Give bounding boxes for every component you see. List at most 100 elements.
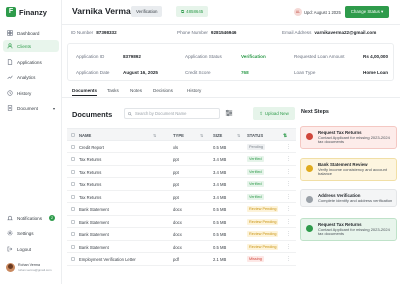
more-icon[interactable]: ⋮ xyxy=(286,219,291,225)
document-name: Tax Returns xyxy=(79,182,102,187)
document-name: Bank Statement xyxy=(79,207,109,212)
more-icon[interactable]: ⋮ xyxy=(286,156,291,162)
grid-icon xyxy=(7,30,13,36)
row-checkbox[interactable] xyxy=(71,194,75,199)
status-chip: Verification xyxy=(131,6,163,17)
sidebar-item-dashboard[interactable]: Dashboard xyxy=(3,27,59,39)
document-name: Employment Verification Letter xyxy=(79,257,136,262)
table-row[interactable]: Tax Returns ppt 3.4 MB Verified ⋮ xyxy=(67,166,296,178)
table-row[interactable]: Bank Statement docx 0.5 MB Review Pending ⋮ xyxy=(67,229,296,241)
row-checkbox[interactable] xyxy=(71,232,75,236)
sidebar-item-analytics[interactable]: Analytics xyxy=(3,71,59,83)
select-all-checkbox[interactable] xyxy=(71,133,75,137)
loan-type-label: Loan Type xyxy=(294,70,316,75)
document-type: ppt xyxy=(173,169,179,175)
row-checkbox[interactable] xyxy=(71,207,75,211)
next-steps-title: Next Steps xyxy=(301,109,329,115)
more-icon[interactable]: ⋮ xyxy=(286,169,291,175)
sidebar-item-logout[interactable]: Logout xyxy=(3,243,59,255)
logo-text: Finanzy xyxy=(19,7,47,17)
document-name: Credit Report xyxy=(79,144,104,150)
sidebar-item-label: Document xyxy=(17,105,38,111)
next-step-card[interactable]: Address Verification Complete identify an… xyxy=(300,189,397,208)
status-badge: Verified xyxy=(247,193,264,200)
id-chip[interactable]: ⧉ 4858645 xyxy=(176,6,209,17)
document-size: 3.4 MB xyxy=(213,194,227,200)
more-icon[interactable]: ⋮ xyxy=(286,231,291,237)
search-input[interactable]: Search by Document Name xyxy=(124,108,220,119)
header: Varnika Verma Verification ⧉ 4858645 AL … xyxy=(62,0,400,25)
more-icon[interactable]: ⋮ xyxy=(286,244,291,250)
document-type: docx xyxy=(173,244,182,250)
column-name[interactable]: NAME xyxy=(79,133,91,138)
table-row[interactable]: Bank Statement docx 0.5 MB Review Pending ⋮ xyxy=(67,204,296,216)
more-icon[interactable]: ⋮ xyxy=(286,206,291,212)
user-avatar[interactable]: AL xyxy=(294,8,302,16)
table-row[interactable]: Tax Returns ppt 3.4 MB Verified ⋮ xyxy=(67,179,296,191)
more-icon[interactable]: ⋮ xyxy=(286,256,291,262)
client-name: Varnika Verma xyxy=(72,6,131,16)
change-status-label: Change Status xyxy=(350,9,380,14)
more-icon[interactable]: ⋮ xyxy=(286,144,291,150)
row-checkbox[interactable] xyxy=(71,169,75,174)
user-profile[interactable]: Rohan Verma rohan.verma@gmail.com xyxy=(6,263,52,272)
column-status[interactable]: STATUS xyxy=(247,133,263,138)
table-row[interactable]: Employment Verification Letter pdf 2.1 MB M… xyxy=(67,254,296,266)
row-checkbox[interactable] xyxy=(71,244,75,249)
tab-documents[interactable]: Documents xyxy=(72,88,98,96)
table-row[interactable]: Credit Report xls 0.5 MB Pending ⋮ xyxy=(67,141,296,153)
next-step-card[interactable]: Bank Statement Review Verify income consi… xyxy=(300,158,397,182)
more-icon[interactable]: ⋮ xyxy=(286,181,291,187)
tab-decisions[interactable]: Decisions xyxy=(153,88,173,93)
table-row[interactable]: Tax Returns ppt 3.4 MB Verified ⋮ xyxy=(67,191,296,203)
table-row[interactable]: Tax Returns ppt 3.4 MB Verified ⋮ xyxy=(67,154,296,166)
document-name: Tax Returns xyxy=(79,157,102,162)
change-status-button[interactable]: Change Status ▾ xyxy=(345,6,389,18)
table-row[interactable]: Bank Statement docx 0.5 MB Review Pending ⋮ xyxy=(67,216,296,228)
status-badge: Review Pending xyxy=(247,231,279,237)
sort-icon[interactable]: ⇅ xyxy=(283,133,287,139)
tab-history[interactable]: History xyxy=(187,88,201,93)
sidebar-item-history[interactable]: History xyxy=(3,87,59,99)
gear-icon xyxy=(7,230,13,236)
more-icon[interactable]: ⋮ xyxy=(286,194,291,200)
next-step-card[interactable]: Request Tax Returns Contact Applicant for… xyxy=(300,218,397,242)
documents-title: Documents xyxy=(72,110,113,119)
sort-icon[interactable]: ⇅ xyxy=(200,133,204,138)
phone-number: Phone Number 9281546946 xyxy=(177,30,236,35)
sidebar-item-clients[interactable]: Clients xyxy=(3,40,59,52)
sidebar-item-document[interactable]: Document ▾ xyxy=(3,102,59,114)
next-step-description: Contact Applicant for missing 2023-2024 … xyxy=(318,226,390,237)
sort-icon[interactable]: ⇅ xyxy=(237,133,241,138)
sidebar-item-applications[interactable]: Applications xyxy=(3,56,59,68)
loan-amount-value: Rs 4,00,000 xyxy=(363,54,389,59)
phone-value: 9281546946 xyxy=(210,30,237,35)
row-checkbox[interactable] xyxy=(71,144,75,149)
file-icon xyxy=(7,59,13,65)
row-checkbox[interactable] xyxy=(71,182,75,186)
next-step-card[interactable]: Request Tax Returns Contact Applicant for… xyxy=(300,126,397,150)
column-size[interactable]: SIZE xyxy=(213,133,222,138)
sidebar-item-label: Settings xyxy=(17,230,34,236)
tab-tasks[interactable]: Tasks xyxy=(107,88,119,93)
table-row[interactable]: Bank Statement docx 0.5 MB Review Pending ⋮ xyxy=(67,241,296,253)
document-type: ppt xyxy=(173,182,179,187)
document-size: 3.4 MB xyxy=(213,169,227,175)
status-badge: Review Pending xyxy=(247,218,279,225)
tab-bar: Documents Tasks Notes Decisions History xyxy=(62,86,400,98)
row-checkbox[interactable] xyxy=(71,257,75,261)
sidebar-item-label: History xyxy=(17,90,32,96)
filter-icon[interactable] xyxy=(225,109,233,117)
row-checkbox[interactable] xyxy=(71,157,75,161)
row-checkbox[interactable] xyxy=(71,219,75,224)
logo[interactable]: F Finanzy xyxy=(6,6,47,18)
column-type[interactable]: TYPE xyxy=(173,133,184,138)
chevron-down-icon: ▾ xyxy=(52,105,55,111)
upload-new-button[interactable]: ⇪ Upload New xyxy=(253,107,295,120)
sort-icon[interactable]: ⇅ xyxy=(153,133,157,138)
document-size: 0.5 MB xyxy=(213,207,227,212)
sidebar-item-notifications[interactable]: Notifications 2 xyxy=(3,212,59,224)
sidebar-item-settings[interactable]: Settings xyxy=(3,227,59,239)
tab-notes[interactable]: Notes xyxy=(130,88,142,93)
logout-icon xyxy=(7,246,13,252)
